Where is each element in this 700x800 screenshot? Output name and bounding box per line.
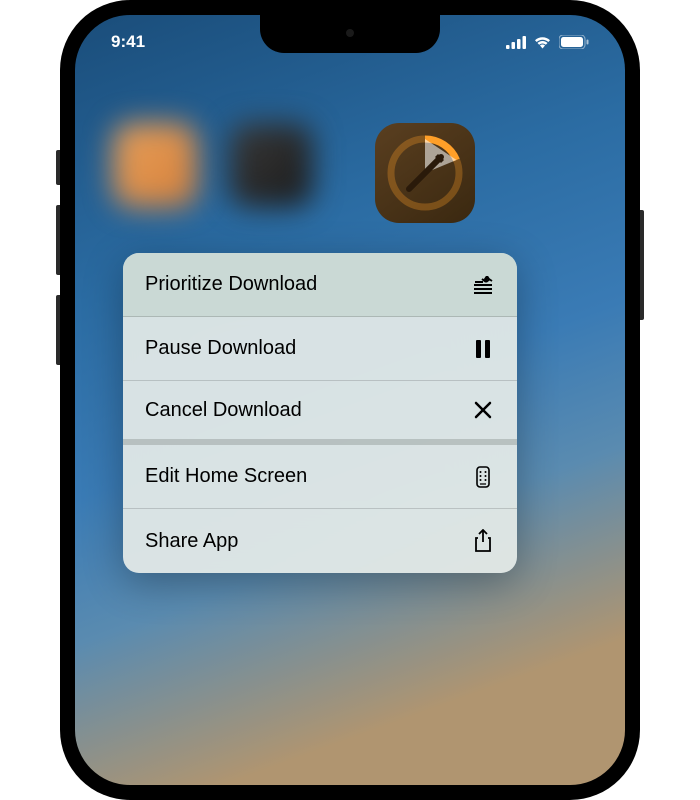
background-apps — [113, 123, 313, 207]
menu-item-prioritize-download[interactable]: Prioritize Download — [123, 253, 517, 317]
phone-frame: 9:41 — [60, 0, 640, 800]
power-button[interactable] — [640, 210, 644, 320]
cancel-icon — [471, 398, 495, 422]
home-screen-icon — [471, 465, 495, 489]
menu-item-pause-download[interactable]: Pause Download — [123, 317, 517, 381]
volume-up-button[interactable] — [56, 205, 60, 275]
cellular-signal-icon — [506, 36, 526, 49]
context-menu: Prioritize Download Pause Download — [123, 253, 517, 573]
notch — [260, 15, 440, 53]
prioritize-icon — [471, 273, 495, 297]
side-buttons-left — [56, 150, 60, 385]
battery-icon — [559, 35, 589, 49]
menu-item-cancel-download[interactable]: Cancel Download — [123, 381, 517, 445]
phone-screen: 9:41 — [75, 15, 625, 785]
status-time: 9:41 — [111, 32, 145, 52]
status-icons — [506, 35, 589, 49]
wifi-icon — [533, 35, 552, 49]
volume-down-button[interactable] — [56, 295, 60, 365]
share-icon — [471, 529, 495, 553]
side-buttons-right — [640, 210, 644, 320]
menu-item-share-app[interactable]: Share App — [123, 509, 517, 573]
blurred-app-1 — [113, 123, 197, 207]
menu-item-label: Share App — [145, 530, 238, 553]
pause-icon — [471, 337, 495, 361]
blurred-app-2 — [229, 123, 313, 207]
download-progress-icon — [382, 130, 468, 216]
menu-item-edit-home-screen[interactable]: Edit Home Screen — [123, 445, 517, 509]
mute-switch[interactable] — [56, 150, 60, 185]
menu-item-label: Pause Download — [145, 337, 296, 360]
menu-item-label: Prioritize Download — [145, 273, 317, 296]
menu-item-label: Cancel Download — [145, 399, 302, 422]
menu-item-label: Edit Home Screen — [145, 465, 307, 488]
downloading-app-icon[interactable] — [375, 123, 475, 223]
